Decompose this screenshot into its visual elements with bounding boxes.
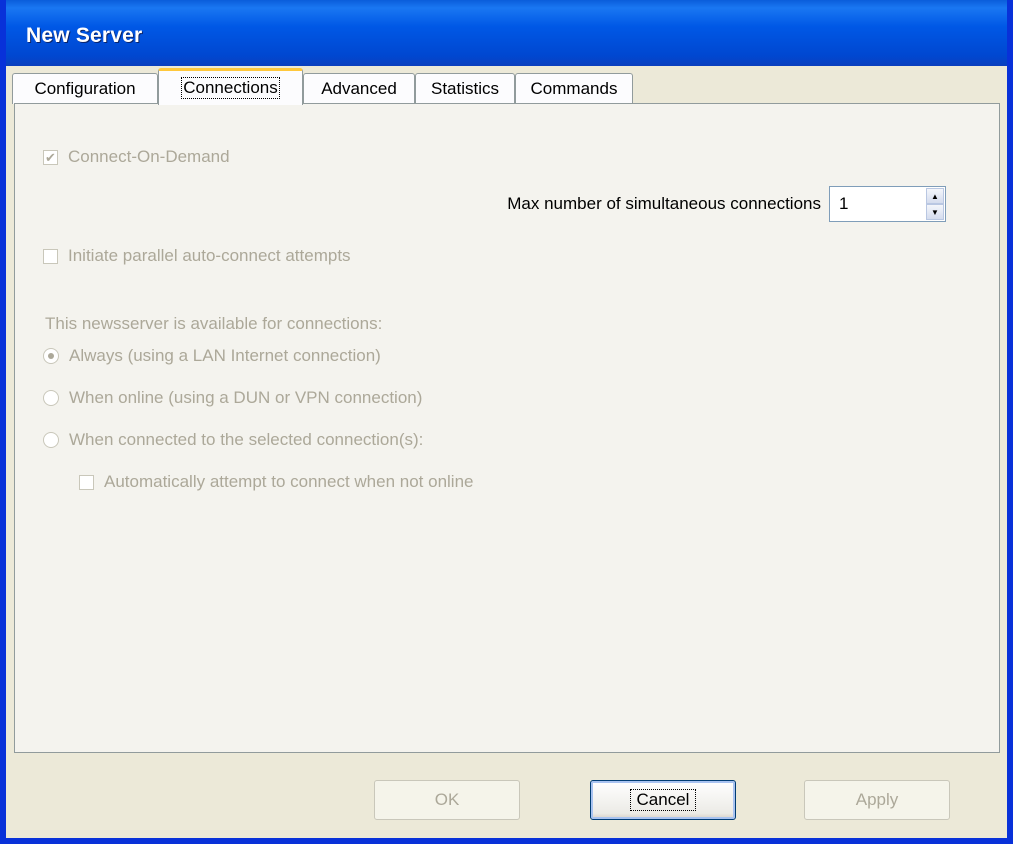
ok-button[interactable]: OK [374,780,520,820]
max-connections-spinner[interactable]: 1 ▲ ▼ [829,186,946,222]
apply-label: Apply [855,790,899,809]
tab-label: Advanced [321,79,397,98]
tab-commands[interactable]: Commands [515,73,633,104]
arrow-up-icon[interactable]: ▲ [926,188,944,204]
radio-always-row[interactable]: Always (using a LAN Internet connection) [43,346,381,366]
radio-selected-connection[interactable] [43,432,59,448]
tab-label: Statistics [430,79,500,98]
title-bar[interactable]: New Server [6,0,1007,66]
auto-attempt-row[interactable]: Automatically attempt to connect when no… [79,472,474,492]
auto-attempt-label: Automatically attempt to connect when no… [104,472,474,491]
tab-configuration[interactable]: Configuration [12,73,158,104]
spinner-buttons: ▲ ▼ [926,188,944,220]
radio-selected-connection-row[interactable]: When connected to the selected connectio… [43,430,423,450]
parallel-checkbox[interactable] [43,248,58,264]
tab-label: Configuration [34,79,136,98]
apply-button[interactable]: Apply [804,780,950,820]
button-bar: OK Cancel Apply [6,756,1007,838]
ok-label: OK [434,790,460,809]
radio-always-label: Always (using a LAN Internet connection) [69,346,381,365]
connect-on-demand-checkbox[interactable]: ✔ [43,149,58,165]
max-connections-value[interactable]: 1 [839,194,848,214]
connections-panel: ✔ Connect-On-Demand Max number of simult… [14,103,1000,753]
radio-selected-dot [48,353,54,359]
connect-on-demand-label: Connect-On-Demand [68,147,230,166]
parallel-row[interactable]: Initiate parallel auto-connect attempts [43,246,351,266]
radio-online-row[interactable]: When online (using a DUN or VPN connecti… [43,388,422,408]
tab-statistics[interactable]: Statistics [415,73,515,104]
tab-label: Commands [530,79,618,98]
checkmark-icon: ✔ [45,149,56,165]
radio-online[interactable] [43,390,59,406]
cancel-button[interactable]: Cancel [590,780,736,820]
window-title: New Server [26,24,143,47]
tab-connections[interactable]: Connections [158,68,303,105]
cancel-label: Cancel [629,789,697,811]
dialog-window: New Server Configuration Connections Adv… [0,0,1013,844]
availability-heading: This newsserver is available for connect… [45,314,383,333]
max-connections-label: Max number of simultaneous connections [507,194,821,213]
tab-label: Connections [181,77,280,99]
radio-online-label: When online (using a DUN or VPN connecti… [69,388,423,407]
connect-on-demand-row[interactable]: ✔ Connect-On-Demand [43,147,230,167]
tab-advanced[interactable]: Advanced [303,73,415,104]
parallel-label: Initiate parallel auto-connect attempts [68,246,351,265]
auto-attempt-checkbox[interactable] [79,474,94,490]
radio-always[interactable] [43,348,59,364]
tab-strip: Configuration Connections Advanced Stati… [12,68,1002,105]
arrow-down-icon[interactable]: ▼ [926,204,944,220]
radio-selected-connection-label: When connected to the selected connectio… [69,430,424,449]
